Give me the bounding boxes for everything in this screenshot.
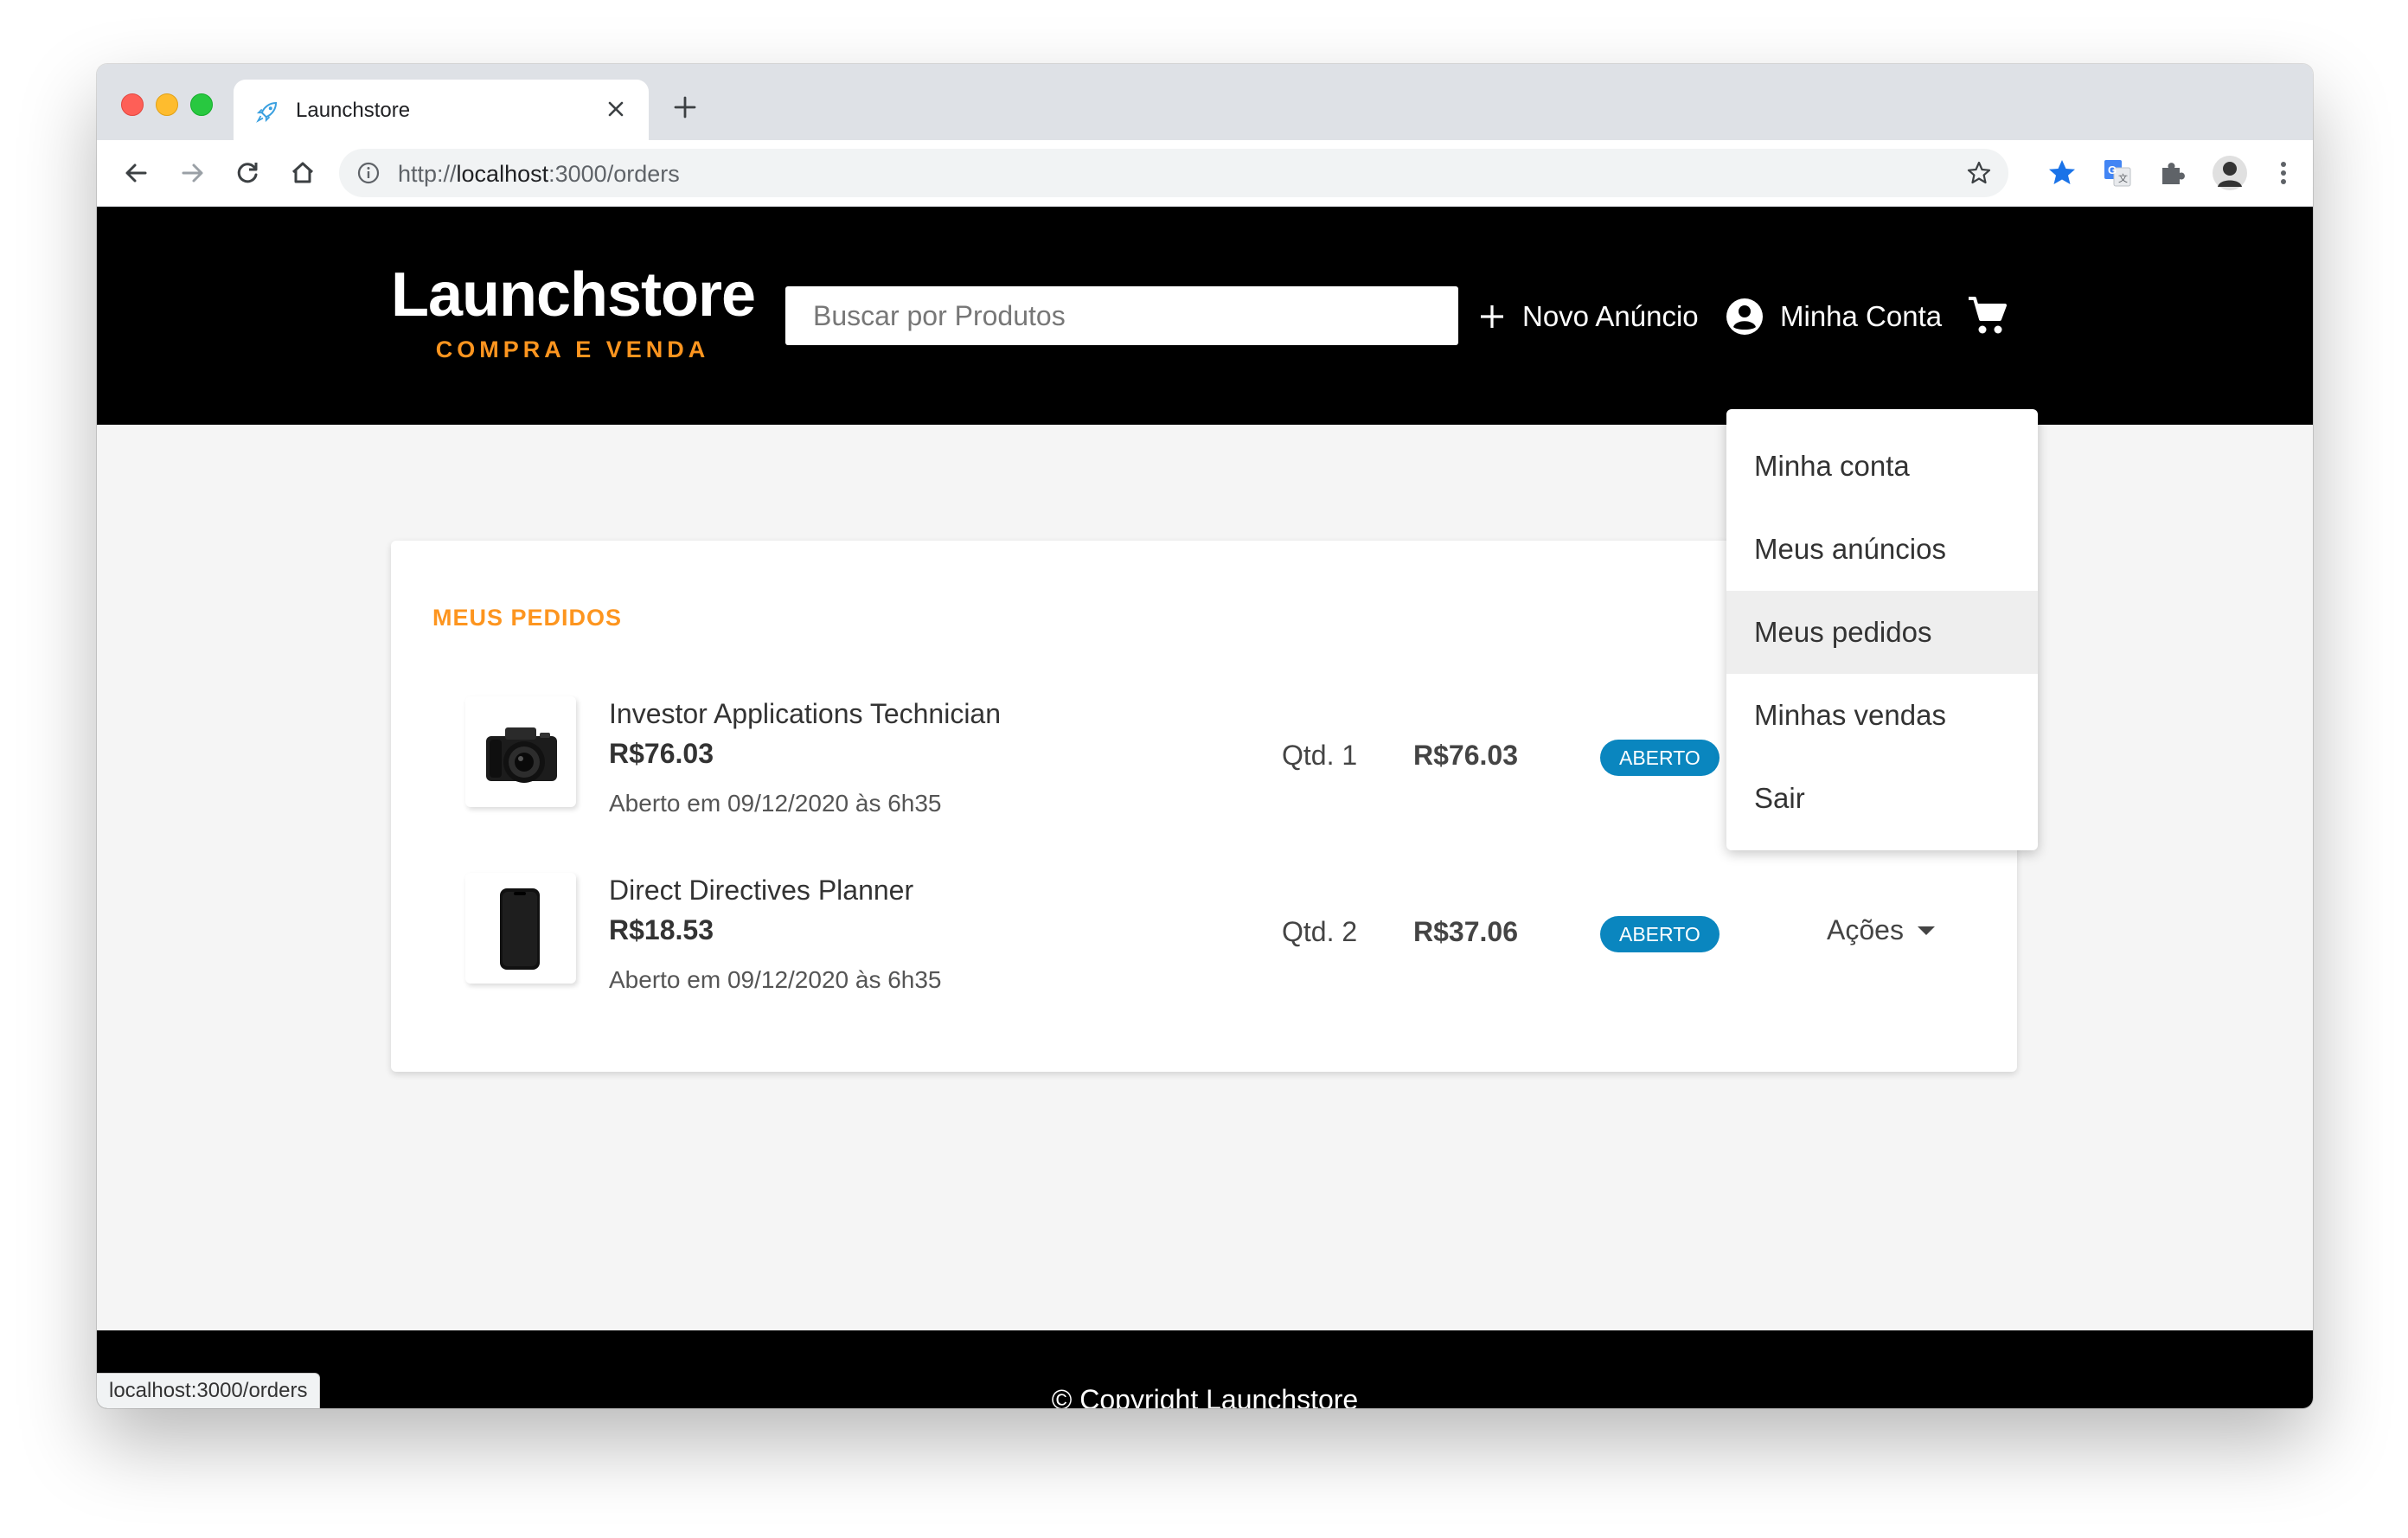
new-tab-icon[interactable] — [668, 90, 702, 125]
site-footer: © Copyright Launchstore — [97, 1330, 2313, 1408]
browser-window: Launchstore http://localhost:3000/orders… — [97, 64, 2313, 1408]
actions-label: Ações — [1827, 914, 1904, 945]
address-bar[interactable]: http://localhost:3000/orders — [339, 149, 2008, 197]
bookmark-star-icon[interactable] — [1965, 159, 1993, 187]
url-text: http://localhost:3000/orders — [398, 161, 680, 188]
product-thumbnail[interactable] — [465, 696, 576, 807]
profile-avatar-icon[interactable] — [2211, 154, 2249, 192]
browser-tab[interactable]: Launchstore — [234, 80, 649, 140]
smartphone-icon — [500, 888, 540, 970]
plus-icon — [1481, 305, 1503, 328]
menu-item-logout[interactable]: Sair — [1726, 757, 2038, 840]
account-circle-icon — [1726, 298, 1763, 335]
tab-strip: Launchstore — [97, 64, 2313, 140]
copyright-text: © Copyright Launchstore — [1051, 1384, 1359, 1408]
maximize-window-button[interactable] — [190, 93, 213, 116]
site-logo[interactable]: Launchstore COMPRA E VENDA — [391, 260, 756, 363]
caret-down-icon — [1917, 926, 1935, 935]
account-label: Minha Conta — [1780, 300, 1943, 332]
shopping-cart-icon[interactable] — [1965, 293, 2010, 338]
product-price: R$76.03 — [609, 738, 714, 769]
menu-item-my-listings[interactable]: Meus anúncios — [1726, 508, 2038, 591]
order-row: Direct Directives Planner R$18.53 Aberto… — [391, 873, 2017, 1003]
close-icon[interactable] — [599, 92, 633, 126]
puzzle-extensions-icon[interactable] — [2157, 157, 2188, 189]
rocket-icon — [256, 101, 278, 123]
minimize-window-button[interactable] — [156, 93, 178, 116]
account-link[interactable]: Minha Conta — [1725, 295, 1942, 338]
translate-icon[interactable]: G 文 — [2102, 157, 2133, 189]
menu-item-my-sales[interactable]: Minhas vendas — [1726, 674, 2038, 757]
new-listing-link[interactable]: Novo Anúncio — [1477, 295, 1699, 338]
status-bar-url: localhost:3000/orders — [97, 1373, 321, 1408]
more-menu-icon[interactable] — [2268, 157, 2299, 189]
back-arrow-icon[interactable] — [118, 154, 156, 192]
order-quantity: Qtd. 1 — [1282, 740, 1358, 771]
browser-toolbar: http://localhost:3000/orders G 文 — [97, 140, 2313, 207]
order-quantity: Qtd. 2 — [1282, 916, 1358, 947]
order-total: R$37.06 — [1413, 916, 1518, 947]
status-badge: ABERTO — [1600, 740, 1720, 776]
logo-subtitle: COMPRA E VENDA — [435, 336, 710, 362]
product-name[interactable]: Investor Applications Technician — [609, 698, 1001, 730]
page-viewport: Launchstore COMPRA E VENDA Novo Anúncio … — [97, 207, 2313, 1408]
svg-text:G: G — [2108, 163, 2117, 176]
order-total: R$76.03 — [1413, 740, 1518, 771]
product-thumbnail[interactable] — [465, 873, 576, 984]
order-date: Aberto em 09/12/2020 às 6h35 — [609, 790, 942, 817]
home-icon[interactable] — [284, 154, 322, 192]
url-path: :3000/orders — [548, 161, 680, 187]
info-icon[interactable] — [356, 161, 381, 185]
product-name[interactable]: Direct Directives Planner — [609, 875, 913, 907]
url-host: localhost — [456, 161, 549, 187]
svg-text:文: 文 — [2118, 172, 2128, 184]
order-date: Aberto em 09/12/2020 às 6h35 — [609, 966, 942, 993]
site-header: Launchstore COMPRA E VENDA Novo Anúncio … — [97, 207, 2313, 425]
forward-arrow-icon[interactable] — [173, 154, 211, 192]
search-input[interactable] — [785, 286, 1458, 345]
camera-icon — [486, 727, 557, 783]
status-badge: ABERTO — [1600, 916, 1720, 952]
url-scheme: http:// — [398, 161, 457, 187]
reload-icon[interactable] — [228, 154, 266, 192]
menu-item-my-orders[interactable]: Meus pedidos — [1726, 591, 2038, 674]
account-menu: Minha conta Meus anúncios Meus pedidos M… — [1726, 409, 2038, 850]
new-listing-label: Novo Anúncio — [1522, 300, 1699, 332]
close-window-button[interactable] — [121, 93, 144, 116]
orders-title: MEUS PEDIDOS — [432, 605, 623, 631]
logo-title: Launchstore — [391, 260, 756, 330]
product-price: R$18.53 — [609, 914, 714, 945]
actions-dropdown[interactable]: Ações — [1827, 914, 1935, 946]
menu-item-my-account[interactable]: Minha conta — [1726, 425, 2038, 508]
star-extension-icon[interactable] — [2046, 157, 2078, 189]
tab-title: Launchstore — [296, 99, 411, 122]
